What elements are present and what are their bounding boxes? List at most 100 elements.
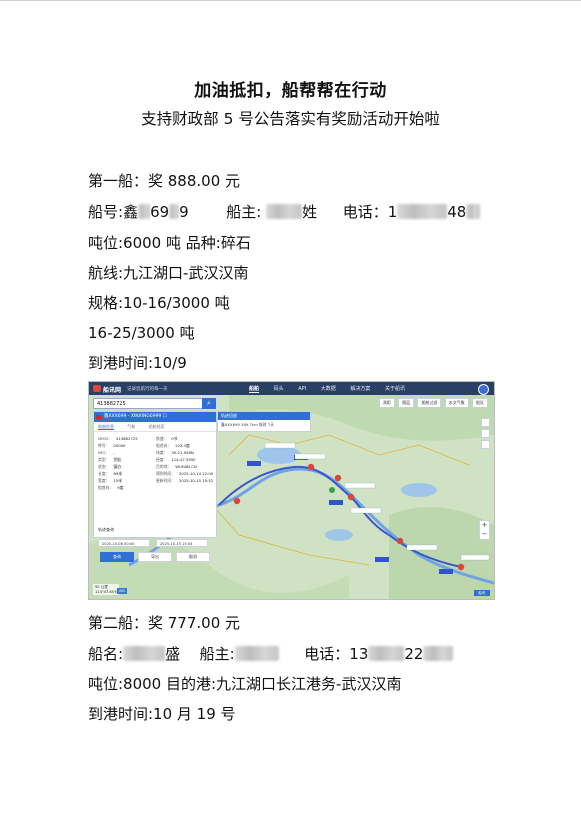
redacted-blur — [266, 204, 303, 219]
ship1-tonnage: 吨位:6000 吨 品种:碎石 — [88, 234, 251, 252]
ship-no-visible: 鑫 — [123, 203, 139, 221]
ship1-route: 航线:九江湖口-武汉汉南 — [88, 264, 249, 282]
fleet-tool[interactable]: 船队 — [472, 398, 488, 408]
track-query-title: 轨迹查询 — [98, 527, 114, 532]
measure-tool[interactable]: 测距 — [378, 398, 395, 408]
ship-field: 长度： 89米 — [98, 471, 122, 477]
redacted-blur — [138, 204, 151, 219]
ship-field: IMO： - — [98, 450, 115, 456]
ais-badge[interactable]: AIS — [117, 588, 127, 594]
ship-field-value: 2025-10-15 15:52 — [178, 478, 214, 483]
ship-field-value: 114-07.595E — [171, 457, 196, 462]
export-button[interactable]: 导出 — [138, 552, 172, 562]
ship1-award: 第一船：奖 888.00 元 — [88, 172, 241, 190]
fullscreen-icon[interactable] — [481, 418, 490, 427]
ship-field-value: - — [113, 450, 115, 455]
cancel-button[interactable]: 取消 — [176, 552, 210, 562]
ship-field-key: 目的地： — [156, 464, 172, 469]
nav-item[interactable]: 解决方案 — [350, 385, 370, 392]
ship-field-value: 2025-10-14 22:00 — [178, 471, 214, 476]
phone-visible: 1 — [387, 203, 398, 221]
ship-field-key: MMSI： — [98, 436, 112, 441]
weather-tool[interactable]: 水文气象 — [444, 398, 469, 408]
page-subtitle: 支持财政部 5 号公告落实有奖励活动开始啦 — [141, 110, 440, 128]
avatar[interactable] — [478, 384, 489, 395]
layer-tool[interactable]: 图层 — [398, 398, 415, 408]
query-button[interactable]: 查询 — [100, 552, 134, 562]
ship-field: 经度： 114-07.595E — [156, 457, 196, 463]
coord-text: 114°47.85'E — [95, 590, 118, 594]
ship-field: 航速： 0节 — [156, 436, 178, 442]
ship-field-key: 预到时间： — [156, 471, 175, 476]
page-top-border — [0, 0, 581, 1]
ship-field: 宽度： 15米 — [98, 478, 122, 484]
track-playback-panel: 轨迹回放 鑫XXX699 389.7km 耗时 7天 — [217, 411, 311, 432]
track-playback-title: 轨迹回放 — [218, 412, 310, 420]
map-toolbar: 测距 图层 船舶过滤 水文气象 船队 — [377, 398, 488, 408]
map-search-input[interactable]: 413882725 — [93, 398, 211, 409]
ship-no-visible: 69 — [150, 203, 170, 221]
ship-field-value: 0节 — [171, 436, 178, 441]
redacted-blur — [123, 646, 166, 661]
zoom-out-icon[interactable]: − — [480, 530, 489, 539]
print-icon[interactable] — [481, 440, 490, 449]
ship-field: 预到时间： 2025-10-14 22:00 — [156, 471, 213, 477]
ship-field-key: 更新时间： — [156, 478, 175, 483]
ship-field-value: 413882725 — [115, 436, 138, 441]
ship-no-label: 船号: — [88, 203, 124, 221]
ship-track-map-screenshot: 船讯网 记录您航行的每一天 船舶 码头 API 大数据 解决方案 关于船讯 41… — [88, 381, 495, 600]
owner-visible: 姓 — [302, 203, 318, 221]
ship-field-value: 00000 — [113, 443, 126, 448]
locate-icon[interactable] — [481, 429, 490, 438]
ship-field-value: WUHAN CN — [175, 464, 197, 469]
search-icon[interactable]: ⌕ — [202, 398, 216, 409]
tab-ship-archive[interactable]: 船舶档案 — [149, 424, 165, 429]
ship-field-value: 223.3度 — [175, 443, 190, 448]
ship-field-key: 航速： — [156, 436, 168, 441]
nav-item[interactable]: 船舶 — [249, 385, 260, 393]
redacted-blur — [423, 646, 454, 661]
ship-field: MMSI： 413882725 — [98, 436, 138, 442]
tab-weather[interactable]: 气象 — [127, 424, 135, 429]
map-navbar: 船讯网 记录您航行的每一天 船舶 码头 API 大数据 解决方案 关于船讯 — [89, 382, 494, 395]
china-flag-icon — [96, 415, 102, 419]
date-from-input[interactable]: 2025-10-08 00:00 — [98, 539, 150, 547]
ship-field: 更新时间： 2025-10-15 15:52 — [156, 478, 213, 484]
ship-no-visible: 9 — [179, 203, 189, 221]
ship1-info-row: 船号:鑫 69 9 船主: 姓 电话：1 48 — [88, 201, 481, 222]
ship-field: 船首向： 9度 — [98, 485, 123, 491]
redacted-blur — [234, 646, 279, 661]
ship-name-visible: 盛 — [165, 645, 181, 663]
ship-field-key: IMO： — [98, 450, 110, 455]
map-logo: 船讯 — [474, 590, 490, 596]
ship-field-value: 9度 — [117, 485, 124, 490]
filter-tool[interactable]: 船舶过滤 — [417, 398, 442, 408]
ship2-arrival: 到港时间:10 月 19 号 — [88, 705, 236, 723]
ship-field: 呼号： 00000 — [98, 443, 125, 449]
redacted-blur — [466, 204, 481, 219]
ship-field: 纬度： 30-21.956N — [156, 450, 194, 456]
panel-header: 鑫XXX699 - XINXING6999 ☐ — [94, 412, 216, 422]
ship-info-panel: 鑫XXX699 - XINXING6999 ☐ 船舶信息 气象 船舶档案 MMS… — [93, 411, 217, 562]
owner-label: 船主: — [226, 203, 262, 221]
zoom-in-icon[interactable]: + — [480, 521, 489, 530]
nav-item[interactable]: 大数据 — [321, 385, 336, 392]
nav-item[interactable]: 关于船讯 — [385, 385, 405, 392]
ship-field-key: 船首向： — [98, 485, 114, 490]
ship-field-key: 类型： — [98, 457, 110, 462]
ship-field: 船迹向： 223.3度 — [156, 443, 190, 449]
ship-field-key: 长度： — [98, 471, 110, 476]
nav-item[interactable]: API — [298, 386, 306, 392]
ship1-arrival: 到港时间:10/9 — [88, 354, 187, 372]
ship-field-value: 货船 — [113, 457, 121, 462]
ship2-info-row: 船名: 盛 船主: 电话：13 22 — [88, 643, 454, 664]
owner-label: 船主: — [199, 645, 235, 663]
track-playback-row: 鑫XXX699 389.7km 耗时 7天 — [221, 422, 275, 427]
ship-field-value: 89米 — [113, 471, 123, 476]
map-brand: 船讯网 — [103, 387, 122, 394]
date-to-input[interactable]: 2025-10-15 15:04 — [156, 539, 208, 547]
tab-ship-info[interactable]: 船舶信息 — [98, 424, 114, 430]
ship-logo-icon — [93, 385, 101, 392]
ship-field-value: 30-21.956N — [171, 450, 194, 455]
nav-item[interactable]: 码头 — [274, 385, 284, 392]
